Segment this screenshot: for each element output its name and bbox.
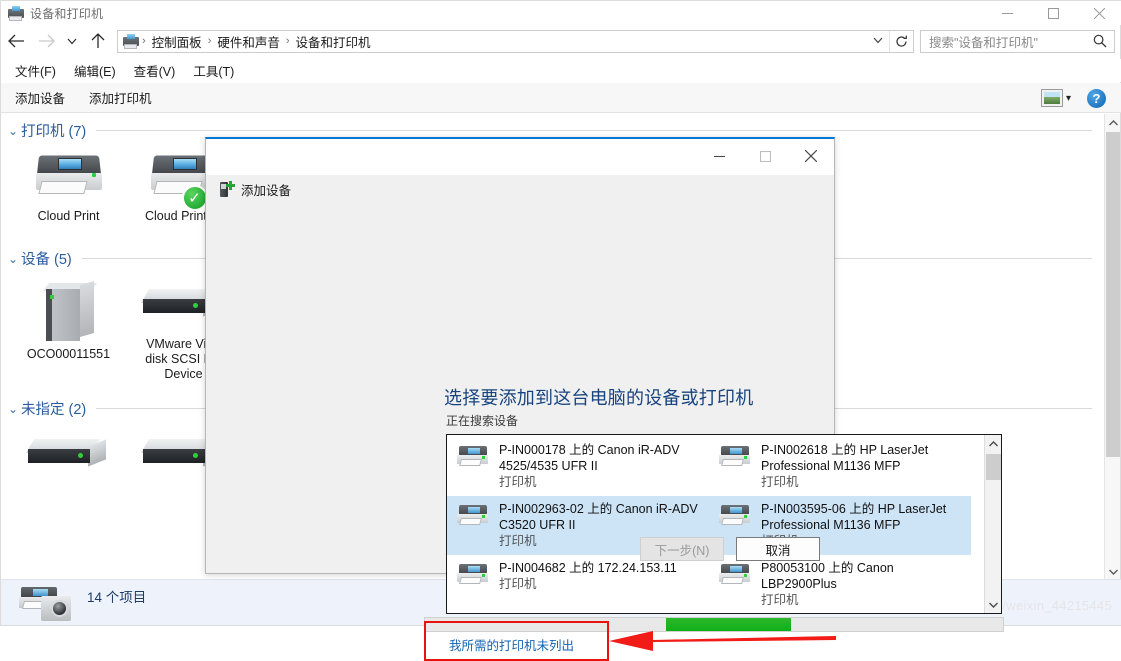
- minimize-button[interactable]: [984, 1, 1030, 25]
- command-toolbar: 添加设备 添加打印机 ▾ ?: [1, 83, 1121, 113]
- group-divider: [96, 130, 1092, 131]
- device-list-item[interactable]: P-IN004682 上的 172.24.153.11 打印机: [447, 555, 709, 598]
- chevron-down-icon[interactable]: ⌄: [5, 252, 21, 266]
- device-list-column-right: P-IN002618 上的 HP LaserJet Professional M…: [709, 435, 971, 613]
- back-button[interactable]: [1, 27, 31, 55]
- device-list-scrollbar[interactable]: [984, 435, 1001, 613]
- dialog-header-label: 添加设备: [241, 184, 292, 198]
- chevron-down-icon[interactable]: ▾: [1066, 93, 1071, 104]
- printer-camera-icon: [19, 585, 73, 623]
- device-type: 打印机: [761, 593, 799, 607]
- help-button[interactable]: ?: [1087, 88, 1106, 108]
- scroll-up-icon[interactable]: [985, 435, 1001, 452]
- content-scrollbar[interactable]: [1104, 114, 1120, 580]
- cancel-button[interactable]: 取消: [736, 537, 820, 561]
- search-icon: [1093, 34, 1107, 53]
- device-list-column-left: P-IN000178 上的 Canon iR-ADV 4525/4535 UFR…: [447, 435, 709, 613]
- device-list[interactable]: P-IN000178 上的 Canon iR-ADV 4525/4535 UFR…: [446, 434, 1002, 614]
- dialog-minimize-button[interactable]: [696, 139, 742, 173]
- annotation-highlight-box: [424, 621, 609, 661]
- printer-icon: [455, 445, 491, 473]
- device-list-item[interactable]: P-IN002618 上的 HP LaserJet Professional M…: [709, 437, 971, 496]
- search-input[interactable]: 搜索"设备和打印机": [921, 32, 1038, 51]
- printer-icon: [717, 445, 753, 473]
- hard-disk-icon: [25, 431, 112, 481]
- device-list-item[interactable]: P80053100 上的 Canon LBP2900Plus 打印机: [709, 555, 971, 613]
- device-type: 打印机: [499, 577, 537, 591]
- annotation-arrow: [601, 627, 836, 655]
- dialog-header: 添加设备: [218, 180, 291, 199]
- menu-file[interactable]: 文件(F): [6, 59, 65, 82]
- printer-icon: [717, 563, 753, 591]
- device-list-item[interactable]: P-IN000178 上的 Canon iR-ADV 4525/4535 UFR…: [447, 437, 709, 496]
- forward-button[interactable]: [31, 27, 61, 55]
- menu-tools[interactable]: 工具(T): [184, 59, 243, 82]
- device-tile-label: Cloud Print: [37, 209, 100, 223]
- scroll-down-icon[interactable]: [985, 596, 1001, 613]
- scroll-up-icon[interactable]: [1105, 114, 1121, 131]
- search-box[interactable]: 搜索"设备和打印机": [920, 29, 1115, 53]
- up-button[interactable]: [83, 27, 113, 55]
- group-title-devices: 设备 (5): [21, 252, 72, 268]
- window-titlebar: 设备和打印机: [1, 1, 1121, 25]
- dialog-window-controls: [696, 139, 834, 173]
- breadcrumb-hardware-sound[interactable]: 硬件和声音: [212, 32, 285, 51]
- printer-icon: [455, 563, 491, 591]
- window-controls: [984, 1, 1121, 25]
- item-count-label: 14 个项目: [87, 590, 147, 605]
- device-name: P-IN003595-06 上的 HP LaserJet Professiona…: [761, 502, 947, 532]
- devices-printers-icon: [8, 5, 24, 21]
- refresh-icon[interactable]: [889, 30, 913, 52]
- dialog-maximize-button[interactable]: [742, 139, 788, 173]
- scrollbar-thumb[interactable]: [986, 454, 1001, 480]
- dialog-close-button[interactable]: [788, 139, 834, 173]
- breadcrumb-root-icon: [123, 33, 139, 49]
- address-bar[interactable]: › 控制面板 › 硬件和声音 › 设备和打印机: [117, 29, 914, 53]
- device-tile[interactable]: OCO00011551: [11, 269, 126, 382]
- menu-view[interactable]: 查看(V): [125, 59, 185, 82]
- recent-locations-button[interactable]: [61, 27, 83, 55]
- device-type: 打印机: [761, 475, 799, 489]
- navigation-bar: › 控制面板 › 硬件和声音 › 设备和打印机 搜索"设备和打印机": [1, 25, 1121, 57]
- close-button[interactable]: [1076, 1, 1121, 25]
- menu-edit[interactable]: 编辑(E): [65, 59, 125, 82]
- breadcrumb-control-panel[interactable]: 控制面板: [147, 32, 207, 51]
- dialog-heading: 选择要添加到这台电脑的设备或打印机: [444, 388, 754, 408]
- add-device-dialog: 添加设备 选择要添加到这台电脑的设备或打印机 正在搜索设备 P-IN000178…: [205, 137, 1004, 661]
- dialog-buttons: 下一步(N) 取消: [640, 537, 820, 561]
- maximize-button[interactable]: [1030, 1, 1076, 25]
- scrollbar-thumb[interactable]: [1106, 132, 1120, 457]
- dialog-subheading: 正在搜索设备: [446, 414, 519, 428]
- chevron-down-icon[interactable]: ⌄: [5, 124, 21, 138]
- view-mode-icon[interactable]: [1040, 89, 1063, 107]
- printer-icon: [717, 504, 753, 532]
- device-tile[interactable]: Cloud Print: [11, 141, 126, 224]
- printer-icon: [32, 153, 106, 203]
- add-printer-command[interactable]: 添加打印机: [79, 84, 162, 111]
- device-name: P-IN004682 上的 172.24.153.11: [499, 561, 677, 575]
- next-button[interactable]: 下一步(N): [640, 537, 724, 561]
- address-dropdown-icon[interactable]: [867, 35, 889, 47]
- device-tile-label: OCO00011551: [26, 347, 111, 361]
- group-title-printers: 打印机 (7): [21, 124, 87, 140]
- scroll-down-icon[interactable]: [1105, 563, 1121, 580]
- chevron-down-icon[interactable]: ⌄: [5, 402, 21, 416]
- device-type: 打印机: [499, 475, 537, 489]
- menu-bar: 文件(F) 编辑(E) 查看(V) 工具(T): [1, 59, 1121, 82]
- add-device-icon: [218, 181, 235, 198]
- window-title: 设备和打印机: [30, 6, 104, 21]
- device-tile[interactable]: [11, 419, 126, 481]
- dialog-titlebar: [206, 139, 834, 175]
- printer-icon: [455, 504, 491, 532]
- device-name: P80053100 上的 Canon LBP2900Plus: [761, 561, 894, 591]
- device-name: P-IN002963-02 上的 Canon iR-ADV C3520 UFR …: [499, 502, 698, 532]
- breadcrumb-devices-printers[interactable]: 设备和打印机: [291, 32, 376, 51]
- computer-tower-icon: [32, 280, 106, 341]
- add-device-command[interactable]: 添加设备: [5, 84, 75, 111]
- device-name: P-IN000178 上的 Canon iR-ADV 4525/4535 UFR…: [499, 443, 680, 473]
- group-title-unspecified: 未指定 (2): [21, 402, 87, 418]
- default-printer-check-icon: ✓: [181, 185, 208, 211]
- device-name: P-IN002618 上的 HP LaserJet Professional M…: [761, 443, 929, 473]
